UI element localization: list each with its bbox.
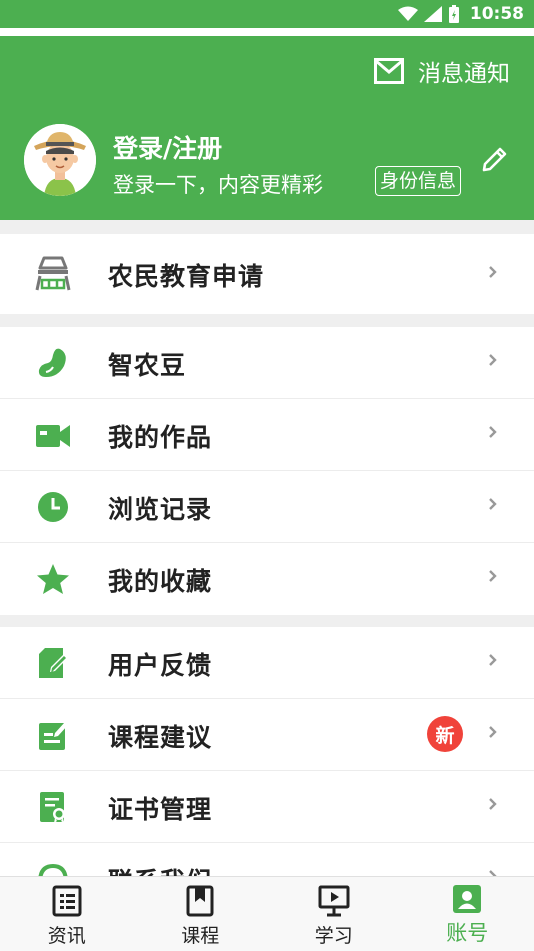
menu-item-label: 我的收藏 <box>108 562 212 598</box>
menu-item-my-works[interactable]: 我的作品 <box>0 399 534 471</box>
menu-item-label: 课程建议 <box>108 718 212 754</box>
chevron-right-icon <box>488 496 498 512</box>
bean-icon <box>34 345 72 381</box>
menu-item-label: 证书管理 <box>108 790 212 826</box>
bottom-tab-bar: 资讯 课程 学习 账号 <box>0 876 534 951</box>
menu-item-course-suggestion[interactable]: 课程建议 新 <box>0 699 534 771</box>
tab-label: 资讯 <box>48 921 86 948</box>
menu-item-label: 我的作品 <box>108 418 212 454</box>
suggestion-icon <box>34 717 72 753</box>
menu-item-contact-us[interactable]: 联系我们 <box>0 843 534 876</box>
new-badge: 新 <box>427 716 463 752</box>
chevron-right-icon <box>488 264 498 280</box>
account-icon <box>453 885 481 913</box>
tab-news[interactable]: 资讯 <box>0 877 134 951</box>
farmer-avatar-icon <box>24 124 96 196</box>
login-subtitle: 登录一下，内容更精彩 <box>113 169 323 199</box>
menu-item-farmer-education[interactable]: 农民教育申请 <box>0 234 534 314</box>
feedback-edit-icon <box>34 645 72 681</box>
chevron-right-icon <box>488 352 498 368</box>
menu-item-label: 智农豆 <box>108 346 186 382</box>
menu-item-history[interactable]: 浏览记录 <box>0 471 534 543</box>
presentation-icon <box>318 885 350 917</box>
video-camera-icon <box>34 417 72 453</box>
status-bar: 10:58 <box>0 0 534 28</box>
chevron-right-icon <box>488 424 498 440</box>
news-icon <box>52 885 82 917</box>
support-section: 用户反馈 课程建议 新 证书管理 联系我们 <box>0 627 534 876</box>
status-time: 10:58 <box>470 4 524 24</box>
personal-section: 智农豆 我的作品 浏览记录 我的收藏 <box>0 327 534 615</box>
clock-icon <box>34 489 72 525</box>
edit-profile-button[interactable] <box>480 144 510 178</box>
menu-item-label: 浏览记录 <box>108 490 212 526</box>
chevron-right-icon <box>488 652 498 668</box>
wifi-icon <box>398 6 418 22</box>
notification-label: 消息通知 <box>418 54 510 88</box>
bookmark-icon <box>186 885 214 917</box>
apply-section: 农民教育申请 <box>0 234 534 314</box>
chevron-right-icon <box>488 724 498 740</box>
farmer-stall-icon <box>34 256 72 292</box>
tab-label: 学习 <box>315 921 353 948</box>
headset-icon <box>34 861 72 876</box>
certificate-icon <box>34 789 72 825</box>
menu-item-label: 用户反馈 <box>108 646 212 682</box>
menu-item-favorites[interactable]: 我的收藏 <box>0 543 534 615</box>
chevron-right-icon <box>488 568 498 584</box>
menu-item-bean[interactable]: 智农豆 <box>0 327 534 399</box>
menu-item-certificates[interactable]: 证书管理 <box>0 771 534 843</box>
mail-icon <box>374 58 404 84</box>
chevron-right-icon <box>488 868 498 876</box>
menu-item-label: 农民教育申请 <box>108 257 264 293</box>
tab-label: 账号 <box>446 917 488 947</box>
tab-label: 课程 <box>181 921 219 948</box>
status-divider <box>0 28 534 36</box>
signal-icon <box>424 6 442 22</box>
login-register-link[interactable]: 登录/注册 <box>113 129 222 165</box>
battery-icon <box>448 5 460 23</box>
chevron-right-icon <box>488 796 498 812</box>
tab-courses[interactable]: 课程 <box>134 877 268 951</box>
avatar[interactable] <box>24 124 96 196</box>
menu-item-label: 联系我们 <box>108 862 212 876</box>
star-icon <box>34 561 72 597</box>
identity-info-button[interactable]: 身份信息 <box>375 166 461 196</box>
menu-item-feedback[interactable]: 用户反馈 <box>0 627 534 699</box>
notification-button[interactable]: 消息通知 <box>374 54 510 88</box>
pencil-icon <box>480 144 510 174</box>
tab-account[interactable]: 账号 <box>401 877 534 951</box>
profile-header: 消息通知 登录/注册 登录一下，内容更精彩 身份信息 <box>0 36 534 220</box>
tab-study[interactable]: 学习 <box>267 877 401 951</box>
